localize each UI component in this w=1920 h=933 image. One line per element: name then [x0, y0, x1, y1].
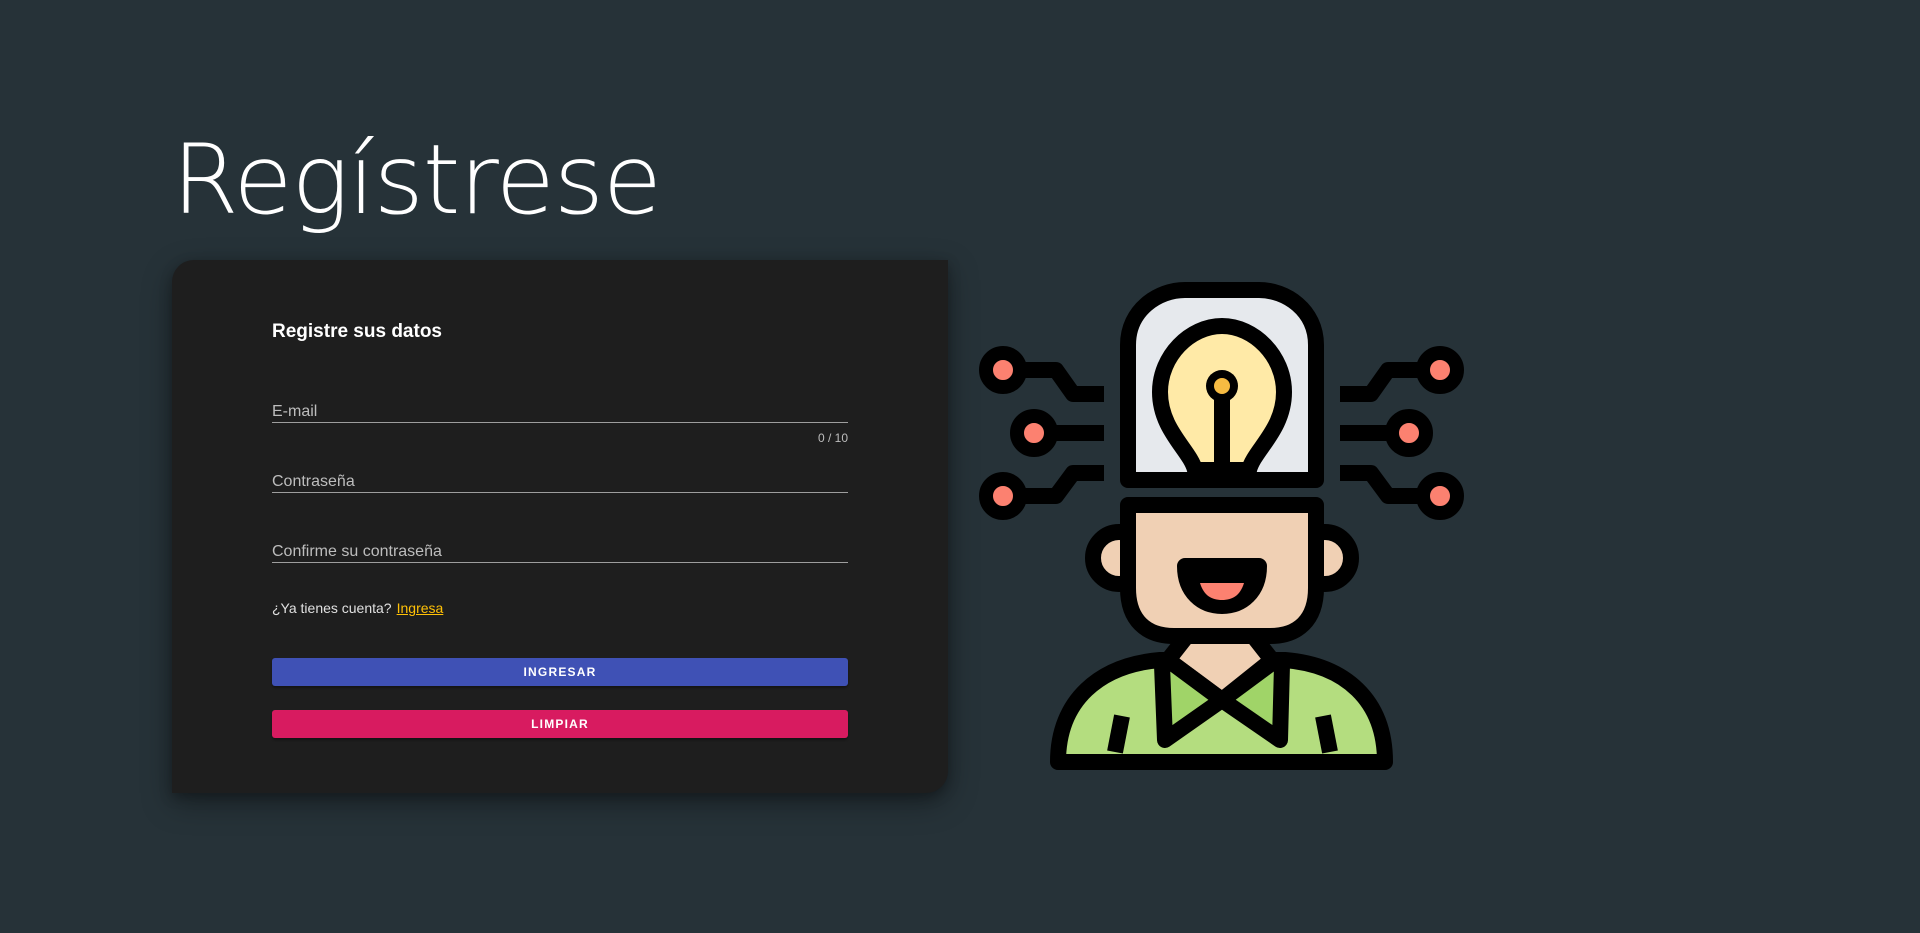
page-title: Regístrese — [172, 124, 662, 236]
register-card: Registre sus datos 0 / 10 ¿Ya tienes cue… — [172, 260, 948, 793]
person-with-idea-lightbulb-icon — [979, 282, 1464, 770]
password-field-wrapper — [272, 458, 848, 498]
password-field[interactable] — [272, 458, 848, 498]
login-prompt-text: ¿Ya tienes cuenta? — [272, 600, 392, 616]
form-heading: Registre sus datos — [272, 321, 442, 342]
login-prompt: ¿Ya tienes cuenta? Ingresa — [272, 600, 443, 616]
confirm-password-field-wrapper — [272, 528, 848, 568]
email-field-wrapper — [272, 388, 848, 428]
email-char-counter: 0 / 10 — [817, 431, 848, 445]
submit-button[interactable]: INGRESAR — [272, 658, 848, 686]
confirm-password-field[interactable] — [272, 528, 848, 568]
login-link[interactable]: Ingresa — [397, 600, 444, 616]
register-page: Regístrese Registre sus datos 0 / 10 ¿Ya… — [0, 0, 1920, 933]
clear-button[interactable]: LIMPIAR — [272, 710, 848, 738]
email-field[interactable] — [272, 388, 848, 428]
